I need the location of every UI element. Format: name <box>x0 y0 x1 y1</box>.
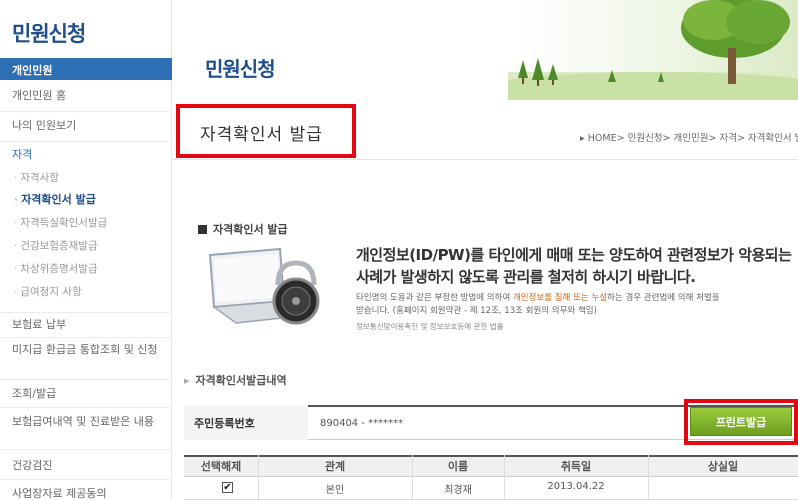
notice-law-reference: 정보통신망이용촉진 및 정보보호등에 관한 법률 <box>356 322 504 331</box>
sidebar-item-premium-payment[interactable]: 보험료 납부 <box>0 312 172 338</box>
tree-landscape-illustration <box>508 0 798 100</box>
row-select-checkbox[interactable]: ✔ <box>222 482 233 493</box>
issue-history-label: ▸ 자격확인서발급내역 <box>184 374 287 387</box>
column-header-lost-date: 상실일 <box>707 460 739 473</box>
sidebar-item-inquiry-issue[interactable]: 조회/발급 <box>0 386 172 408</box>
breadcrumb[interactable]: ▸ HOME> 민원신청> 개인민원> 자격> 자격확인서 발급 <box>580 130 798 144</box>
sidebar-item-benefit-history[interactable]: 보험급여내역 및 진료받은 내용 <box>0 414 172 450</box>
column-header-relation: 관계 <box>324 460 346 473</box>
column-header-deselect[interactable]: 선택해제 <box>184 458 258 474</box>
cell-relation: 본인 <box>325 485 345 496</box>
sidebar-subitem-insurance-card[interactable]: · 건강보험증재발급 <box>0 239 172 253</box>
sidebar-subitem-near-poverty[interactable]: · 차상위증명서발급 <box>0 262 172 276</box>
chevron-right-icon: ▸ <box>184 374 190 387</box>
column-header-acquired-date: 취득일 <box>560 460 592 473</box>
sidebar-subitem-gain-loss-certificate[interactable]: · 자격득실확인서발급 <box>0 216 172 230</box>
sidebar-subitem-benefit-suspension[interactable]: · 급여정지 사항 <box>0 285 172 299</box>
print-button-highlight-box <box>684 399 798 445</box>
sidebar-section-personal[interactable]: 개인민원 <box>0 58 172 80</box>
section-label: 자격확인서 발급 <box>198 221 288 237</box>
column-header-name: 이름 <box>447 460 469 473</box>
sidebar-subitem-certificate-issue[interactable]: · 자격확인서 발급 <box>0 193 172 207</box>
sidebar-item-health-checkup[interactable]: 건강검진 <box>0 458 172 480</box>
page-heading: 민원신청 <box>205 57 276 81</box>
cell-name: 최경재 <box>444 485 472 496</box>
id-number-value: 890404 - ******* <box>320 418 404 429</box>
sidebar-title: 민원신청 <box>12 22 86 46</box>
sidebar-item-workplace-consent[interactable]: 사업장자료 제공동의 <box>0 486 172 500</box>
sidebar-item-my-requests[interactable]: 나의 민원보기 <box>0 118 172 142</box>
sidebar-item-personal-home[interactable]: 개인민원 홈 <box>0 88 172 112</box>
notice-body: 타인명의 도용과 같은 부정한 방법에 의하여 개인정보를 침해 또는 누설하는… <box>356 293 720 316</box>
id-number-label: 주민등록번호 <box>184 405 308 440</box>
cell-acquired-date: 2013.04.22 <box>547 481 605 492</box>
laptop-padlock-illustration <box>208 247 320 325</box>
square-bullet-icon <box>198 225 207 234</box>
sidebar-subitem-qualification-info[interactable]: · 자격사항 <box>0 171 172 185</box>
sidebar: 민원신청 개인민원 개인민원 홈 나의 민원보기 자격 · 자격사항 · 자격확인서… <box>0 0 172 500</box>
title-highlight-box <box>176 104 356 158</box>
sidebar-item-unpaid-refund[interactable]: 미지급 환급금 통합조회 및 신청 <box>0 342 172 380</box>
notice-heading: 개인정보(ID/PW)를 타인에게 매매 또는 양도하여 관련정보가 악용되는 … <box>356 246 792 286</box>
sidebar-item-qualification[interactable]: 자격 <box>0 147 172 165</box>
